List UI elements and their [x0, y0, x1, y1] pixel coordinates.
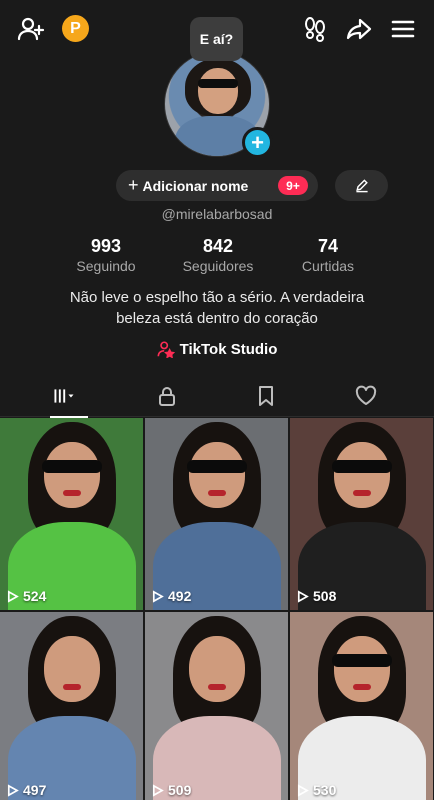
tiktok-studio-link[interactable]: TikTok Studio	[0, 340, 434, 358]
heart-icon	[355, 385, 377, 405]
play-icon	[7, 589, 19, 603]
grid-icon	[54, 389, 74, 403]
studio-label: TikTok Studio	[179, 340, 278, 358]
stats-row: 993 Seguindo 842 Seguidores 74 Curtidas	[0, 235, 434, 277]
view-count-label: 492	[168, 588, 192, 604]
play-icon	[152, 783, 164, 797]
notification-badge: 9+	[278, 176, 308, 195]
bookmark-icon	[259, 386, 273, 406]
footprint-icon[interactable]	[298, 12, 332, 46]
video-thumbnail[interactable]: 497	[0, 612, 143, 800]
view-count: 524	[6, 588, 46, 604]
tab-liked[interactable]	[312, 375, 420, 417]
tab-private[interactable]	[113, 375, 221, 417]
tab-saved[interactable]	[212, 375, 320, 417]
video-thumbnail[interactable]: 530	[290, 612, 433, 800]
lock-icon	[159, 387, 175, 406]
add-photo-plus-icon[interactable]: +	[242, 127, 273, 158]
video-grid: 524 492 508 497 509 530	[0, 418, 434, 800]
pencil-icon	[355, 178, 368, 192]
stat-label: Curtidas	[301, 258, 355, 274]
plus-icon: +	[128, 175, 139, 195]
view-count: 508	[296, 588, 336, 604]
stat-followers[interactable]: 842 Seguidores	[168, 235, 268, 275]
video-thumbnail[interactable]: 509	[145, 612, 288, 800]
stat-following[interactable]: 993 Seguindo	[56, 235, 156, 275]
add-friend-icon[interactable]	[14, 12, 48, 46]
view-count: 530	[296, 782, 336, 798]
play-icon	[297, 783, 309, 797]
view-count: 497	[6, 782, 46, 798]
stat-value: 842	[202, 236, 234, 256]
play-icon	[7, 783, 19, 797]
points-badge-label: P	[70, 19, 81, 37]
status-bubble[interactable]: E aí?	[190, 17, 243, 61]
status-bubble-text: E aí?	[199, 31, 234, 47]
view-count-label: 524	[23, 588, 47, 604]
play-icon	[297, 589, 309, 603]
view-count: 492	[151, 588, 191, 604]
share-icon[interactable]	[342, 12, 376, 46]
view-count-label: 530	[313, 782, 337, 798]
stat-value: 74	[317, 236, 339, 256]
view-count-label: 497	[23, 782, 47, 798]
tab-videos[interactable]	[10, 375, 118, 418]
menu-icon[interactable]	[386, 12, 420, 46]
bio-line: Não leve o espelho tão a sério. A verdad…	[69, 289, 365, 306]
studio-user-icon	[157, 341, 175, 358]
add-name-label: Adicionar nome	[142, 177, 249, 194]
bio: Não leve o espelho tão a sério. A verdad…	[20, 287, 414, 329]
video-thumbnail[interactable]: 492	[145, 418, 288, 610]
view-count-label: 508	[313, 588, 337, 604]
username: @mirelabarbosad	[161, 206, 273, 222]
view-count-label: 509	[168, 782, 192, 798]
edit-profile-button[interactable]	[335, 170, 388, 201]
stat-label: Seguidores	[182, 258, 254, 274]
bio-line: beleza está dentro do coração	[116, 310, 318, 327]
play-icon	[152, 589, 164, 603]
content-tabs	[0, 375, 434, 418]
stat-label: Seguindo	[76, 258, 136, 274]
video-thumbnail[interactable]: 524	[0, 418, 143, 610]
stat-likes[interactable]: 74 Curtidas	[278, 235, 378, 275]
view-count: 509	[151, 782, 191, 798]
video-thumbnail[interactable]: 508	[290, 418, 433, 610]
stat-value: 993	[90, 236, 122, 256]
add-name-button[interactable]: + Adicionar nome 9+	[116, 170, 318, 201]
points-icon[interactable]: P	[62, 15, 89, 42]
